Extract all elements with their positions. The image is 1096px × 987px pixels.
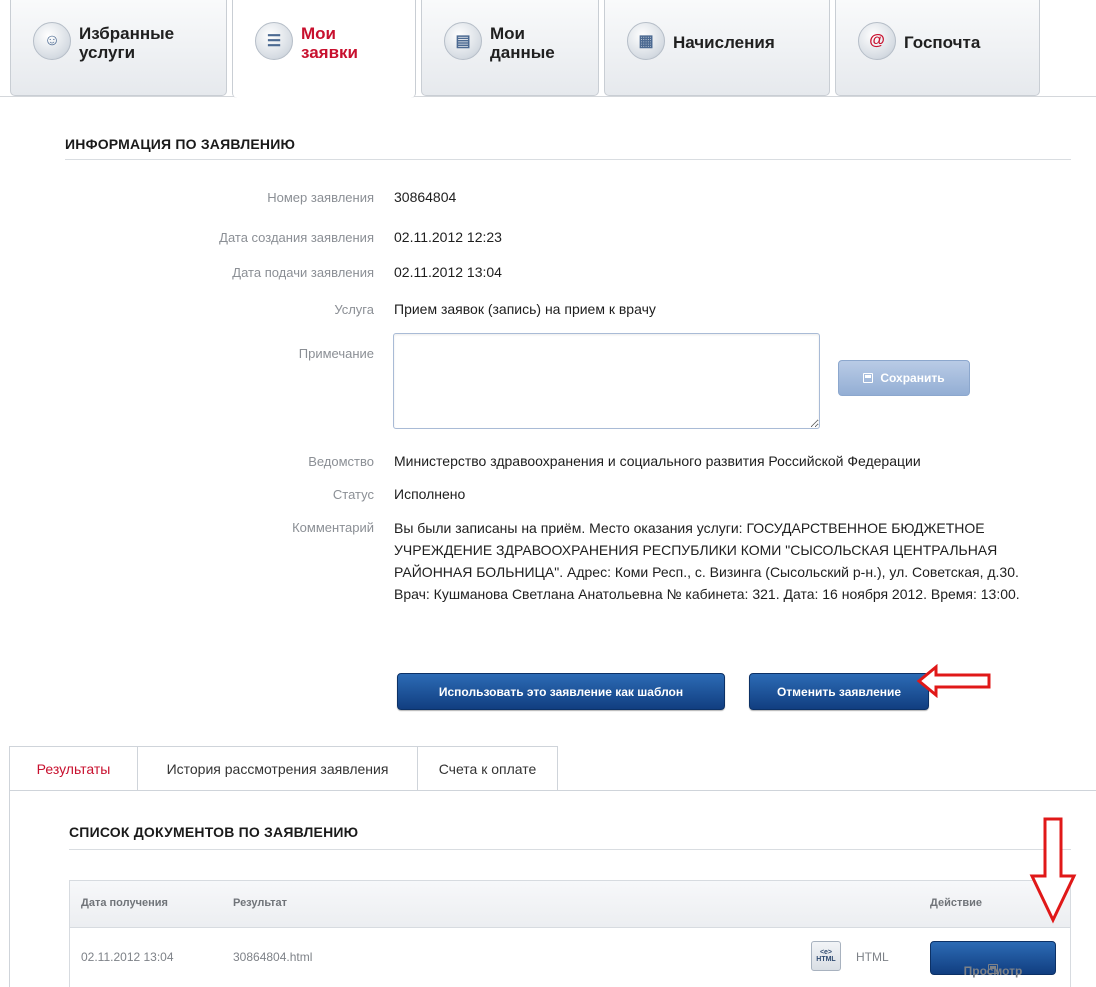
html-file-icon: <e> HTML bbox=[811, 941, 841, 971]
column-header-date: Дата получения bbox=[81, 897, 168, 909]
tab-invoices[interactable]: Счета к оплате bbox=[417, 746, 558, 790]
tab-charges-label: Начисления bbox=[673, 33, 775, 52]
person-icon: ☺ bbox=[33, 22, 71, 60]
service-label: Услуга bbox=[334, 302, 374, 317]
document-format: HTML bbox=[856, 950, 889, 964]
creation-date-label: Дата создания заявления bbox=[219, 230, 374, 245]
tab-gospochta-label: Госпочта bbox=[904, 33, 981, 52]
tab-favorite-services-label: Избранные услуги bbox=[79, 24, 175, 62]
save-button-label: Сохранить bbox=[880, 371, 945, 385]
tab-results[interactable]: Результаты bbox=[9, 746, 138, 790]
comment-label: Комментарий bbox=[292, 520, 374, 535]
calculator-icon: ▦ bbox=[627, 22, 665, 60]
request-number-label: Номер заявления bbox=[267, 190, 374, 205]
save-button[interactable]: Сохранить bbox=[838, 360, 970, 396]
cancel-request-button[interactable]: Отменить заявление bbox=[749, 673, 929, 710]
info-divider bbox=[65, 159, 1071, 160]
documents-section-title: СПИСОК ДОКУМЕНТОВ ПО ЗАЯВЛЕНИЮ bbox=[69, 824, 359, 840]
top-navigation: ☺ Избранные услуги ☰ Мои заявки ▤ Мои да… bbox=[0, 0, 1096, 100]
creation-date-value: 02.11.2012 12:23 bbox=[394, 229, 502, 245]
column-header-action: Действие bbox=[930, 897, 982, 909]
documents-table: Дата получения Результат Действие 02.11.… bbox=[69, 880, 1071, 987]
tab-review-history[interactable]: История рассмотрения заявления bbox=[137, 746, 418, 790]
request-number-value: 30864804 bbox=[394, 189, 457, 205]
submission-date-label: Дата подачи заявления bbox=[232, 265, 374, 280]
status-value: Исполнено bbox=[394, 486, 466, 502]
comment-value: Вы были записаны на приём. Место оказани… bbox=[394, 520, 1020, 602]
tab-favorite-services[interactable]: ☺ Избранные услуги bbox=[10, 0, 227, 96]
agency-label: Ведомство bbox=[308, 454, 374, 469]
tab-my-requests[interactable]: ☰ Мои заявки bbox=[232, 0, 416, 98]
cancel-request-label: Отменить заявление bbox=[776, 684, 902, 699]
top-nav-divider bbox=[0, 96, 1096, 97]
document-date: 02.11.2012 13:04 bbox=[81, 950, 174, 964]
tab-gospochta[interactable]: @ Госпочта bbox=[835, 0, 1040, 96]
tab-my-data[interactable]: ▤ Мои данные bbox=[421, 0, 599, 96]
view-document-button[interactable]: Просмотр bbox=[930, 941, 1056, 978]
status-label: Статус bbox=[332, 487, 374, 502]
note-textarea[interactable] bbox=[393, 333, 820, 429]
tab-my-requests-label: Мои заявки bbox=[301, 24, 359, 62]
tab-my-data-label: Мои данные bbox=[490, 24, 555, 62]
annotation-arrow-left-icon bbox=[916, 664, 991, 698]
documents-divider bbox=[69, 849, 1071, 850]
view-document-label: Просмотр bbox=[963, 964, 1023, 978]
use-as-template-label: Использовать это заявление как шаблон bbox=[438, 684, 684, 699]
column-header-result: Результат bbox=[233, 897, 288, 909]
use-as-template-button[interactable]: Использовать это заявление как шаблон bbox=[397, 673, 725, 710]
note-label: Примечание bbox=[298, 346, 374, 361]
agency-value: Министерство здравоохранения и социально… bbox=[394, 453, 921, 469]
html-file-icon-label: HTML bbox=[816, 956, 836, 963]
document-file-name: 30864804.html bbox=[233, 950, 313, 964]
annotation-arrow-down-icon bbox=[1029, 817, 1077, 924]
tab-charges[interactable]: ▦ Начисления bbox=[604, 0, 830, 96]
at-icon: @ bbox=[858, 22, 896, 60]
book-icon: ▤ bbox=[444, 22, 482, 60]
floppy-disk-icon bbox=[863, 373, 874, 383]
table-row: 02.11.2012 13:04 30864804.html <e> HTML H… bbox=[70, 928, 1070, 987]
documents-table-header: Дата получения Результат Действие bbox=[70, 881, 1070, 928]
submission-date-value: 02.11.2012 13:04 bbox=[394, 264, 502, 280]
info-section-title: ИНФОРМАЦИЯ ПО ЗАЯВЛЕНИЮ bbox=[65, 136, 296, 152]
list-icon: ☰ bbox=[255, 22, 293, 60]
service-value: Прием заявок (запись) на прием к врачу bbox=[394, 301, 656, 317]
